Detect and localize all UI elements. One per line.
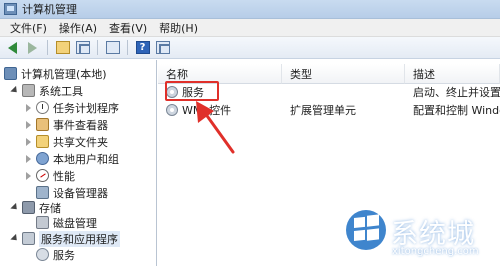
tree-label: 任务计划程序 bbox=[53, 101, 119, 115]
column-header-type[interactable]: 类型 bbox=[282, 64, 405, 84]
collapse-arrow-icon[interactable] bbox=[24, 120, 33, 129]
expand-arrow-icon[interactable] bbox=[10, 86, 19, 95]
list-row-wmi[interactable]: WMI 控件 扩展管理单元 配置和控制 Windo bbox=[158, 101, 500, 119]
tree-label: 性能 bbox=[53, 169, 75, 183]
tree-item-local-users[interactable]: 本地用户和组 bbox=[24, 150, 119, 167]
collapse-arrow-icon[interactable] bbox=[24, 171, 33, 180]
tree-item-shared-folders[interactable]: 共享文件夹 bbox=[24, 133, 108, 150]
tree-label: 本地用户和组 bbox=[53, 152, 119, 166]
menu-help[interactable]: 帮助(H) bbox=[153, 20, 204, 36]
computer-management-icon bbox=[4, 3, 17, 15]
event-viewer-icon bbox=[36, 118, 49, 131]
menu-view[interactable]: 查看(V) bbox=[103, 20, 153, 36]
navigation-tree: 计算机管理(本地) 系统工具 任务计划程序 事件查看器 共享文件夹 本地用户和组… bbox=[0, 60, 157, 266]
toolbar-separator bbox=[97, 40, 98, 55]
window-title: 计算机管理 bbox=[22, 3, 77, 16]
toolbar-separator bbox=[127, 40, 128, 55]
collapse-arrow-icon[interactable] bbox=[24, 154, 33, 163]
windows-logo-icon bbox=[346, 210, 386, 250]
tree-item-performance[interactable]: 性能 bbox=[24, 167, 75, 184]
users-icon bbox=[36, 152, 49, 165]
row-name-cell: WMI 控件 bbox=[166, 101, 276, 119]
collapse-arrow-icon[interactable] bbox=[24, 137, 33, 146]
show-tree-icon[interactable] bbox=[74, 39, 91, 56]
storage-icon bbox=[22, 201, 35, 214]
help-icon[interactable]: ? bbox=[134, 39, 151, 56]
tree-label: 系统工具 bbox=[39, 84, 83, 98]
tree-item-services-apps[interactable]: 服务和应用程序 bbox=[10, 230, 120, 247]
watermark-url: xitongcheng.com bbox=[392, 246, 479, 257]
tree-label: 计算机管理(本地) bbox=[21, 67, 107, 81]
tree-label: 服务和应用程序 bbox=[39, 230, 120, 247]
row-type: 扩展管理单元 bbox=[290, 104, 356, 117]
watermark: 系统城 xitongcheng.com bbox=[345, 205, 495, 263]
clock-icon bbox=[36, 101, 49, 114]
tree-item-task-scheduler[interactable]: 任务计划程序 bbox=[24, 99, 119, 116]
collapse-arrow-icon[interactable] bbox=[24, 103, 33, 112]
expand-arrow-icon[interactable] bbox=[10, 203, 19, 212]
column-header-description[interactable]: 描述 bbox=[405, 64, 500, 84]
services-apps-icon bbox=[22, 232, 35, 245]
menu-bar: 文件(F) 操作(A) 查看(V) 帮助(H) bbox=[0, 19, 500, 37]
tree-item-root[interactable]: 计算机管理(本地) bbox=[4, 65, 107, 82]
tree-label: 服务 bbox=[53, 248, 75, 262]
tree-item-services[interactable]: 服务 bbox=[36, 246, 75, 263]
row-name: WMI 控件 bbox=[182, 104, 232, 117]
back-icon[interactable] bbox=[4, 39, 21, 56]
properties-icon[interactable] bbox=[154, 39, 171, 56]
row-description: 配置和控制 Windo bbox=[413, 104, 500, 117]
tree-label: 磁盘管理 bbox=[53, 216, 97, 230]
tree-item-disk-management[interactable]: 磁盘管理 bbox=[36, 214, 97, 231]
expand-arrow-icon[interactable] bbox=[10, 234, 19, 243]
menu-file[interactable]: 文件(F) bbox=[4, 20, 53, 36]
tree-label: 设备管理器 bbox=[53, 186, 108, 200]
tree-label: 事件查看器 bbox=[53, 118, 108, 132]
title-bar: 计算机管理 bbox=[0, 0, 500, 19]
performance-icon bbox=[36, 169, 49, 182]
row-type bbox=[290, 83, 400, 101]
menu-action[interactable]: 操作(A) bbox=[53, 20, 103, 36]
up-folder-icon[interactable] bbox=[54, 39, 71, 56]
toolbar: ? bbox=[0, 37, 500, 59]
toolbar-separator bbox=[47, 40, 48, 55]
tools-icon bbox=[22, 84, 35, 97]
device-manager-icon bbox=[36, 186, 49, 199]
tree-item-system-tools[interactable]: 系统工具 bbox=[10, 82, 83, 99]
gear-icon bbox=[36, 248, 49, 261]
row-description: 启动、终止并设置 bbox=[413, 86, 500, 99]
tree-label: 共享文件夹 bbox=[53, 135, 108, 149]
shared-folder-icon bbox=[36, 135, 49, 148]
export-icon[interactable] bbox=[104, 39, 121, 56]
forward-icon[interactable] bbox=[24, 39, 41, 56]
highlight-box bbox=[165, 81, 219, 101]
computer-icon bbox=[4, 67, 17, 80]
wmi-icon bbox=[166, 104, 178, 116]
tree-item-event-viewer[interactable]: 事件查看器 bbox=[24, 116, 108, 133]
disk-icon bbox=[36, 216, 49, 229]
